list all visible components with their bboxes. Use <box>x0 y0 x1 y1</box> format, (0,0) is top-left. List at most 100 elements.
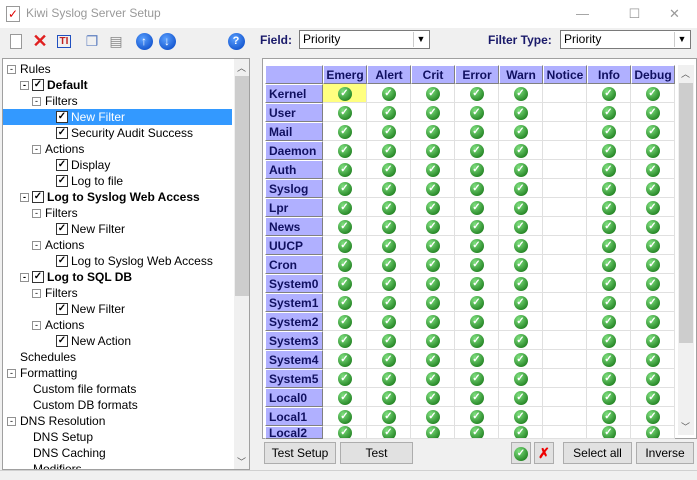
grid-cell[interactable]: ✓ <box>455 179 499 198</box>
grid-cell[interactable]: ✓ <box>499 407 543 426</box>
grid-cell[interactable]: ✓ <box>631 198 675 217</box>
grid-cell[interactable]: ✓ <box>587 426 631 439</box>
grid-cell[interactable]: ✓ <box>631 122 675 141</box>
grid-cell[interactable]: ✓ <box>499 255 543 274</box>
tree-scrollbar[interactable]: ︿ ﹀ <box>234 59 249 469</box>
tree-item[interactable]: - ✓ Log to SQL DB <box>3 269 136 285</box>
collapse-icon[interactable]: - <box>32 241 41 250</box>
grid-cell[interactable]: ✓ <box>367 274 411 293</box>
grid-cell[interactable]: ✓ <box>631 141 675 160</box>
grid-cell[interactable]: ✓ <box>631 331 675 350</box>
grid-cell[interactable]: ✓ <box>631 103 675 122</box>
grid-cell[interactable]: ✓ <box>587 160 631 179</box>
grid-cell[interactable]: ✓ <box>455 426 499 439</box>
tree-item[interactable]: - Filters <box>3 285 82 301</box>
collapse-icon[interactable]: - <box>32 97 41 106</box>
grid-cell[interactable]: ✓ <box>367 236 411 255</box>
grid-cell[interactable]: ✓ <box>411 84 455 103</box>
minimize-button[interactable]: — <box>560 0 605 28</box>
tree-item[interactable]: - Actions <box>3 317 88 333</box>
column-header[interactable]: Emerg <box>323 65 367 84</box>
grid-cell[interactable] <box>543 122 587 141</box>
row-header[interactable]: System2 <box>265 312 323 331</box>
grid-cell[interactable]: ✓ <box>367 179 411 198</box>
checkbox[interactable]: ✓ <box>56 223 68 235</box>
tree-item[interactable]: ✓ New Action <box>3 333 135 349</box>
grid-cell[interactable]: ✓ <box>455 255 499 274</box>
collapse-icon[interactable]: - <box>7 65 16 74</box>
grid-cell[interactable]: ✓ <box>455 141 499 160</box>
grid-cell[interactable] <box>543 236 587 255</box>
collapse-icon[interactable]: - <box>20 81 29 90</box>
tree-item[interactable]: ✓ Security Audit Success <box>3 125 197 141</box>
grid-cell[interactable]: ✓ <box>455 407 499 426</box>
grid-cell[interactable] <box>543 198 587 217</box>
grid-cell[interactable] <box>543 426 587 439</box>
paste-icon[interactable]: ▤ <box>106 31 126 51</box>
tree-item[interactable]: ✓ Display <box>3 157 114 173</box>
grid-cell[interactable]: ✓ <box>631 84 675 103</box>
tree-item[interactable]: ✓ Log to file <box>3 173 127 189</box>
column-header[interactable]: Debug <box>631 65 675 84</box>
grid-cell[interactable]: ✓ <box>631 312 675 331</box>
test-button[interactable]: Test <box>340 442 413 464</box>
collapse-icon[interactable]: - <box>7 417 16 426</box>
grid-cell[interactable]: ✓ <box>499 293 543 312</box>
grid-cell[interactable]: ✓ <box>631 426 675 439</box>
grid-cell[interactable]: ✓ <box>499 331 543 350</box>
grid-cell[interactable]: ✓ <box>367 331 411 350</box>
tree-item[interactable]: DNS Caching <box>3 445 110 461</box>
grid-cell[interactable]: ✓ <box>631 369 675 388</box>
grid-cell[interactable]: ✓ <box>587 103 631 122</box>
row-header[interactable]: News <box>265 217 323 236</box>
grid-cell[interactable]: ✓ <box>411 141 455 160</box>
tree-item[interactable]: - Actions <box>3 237 88 253</box>
checkbox[interactable]: ✓ <box>32 271 44 283</box>
rename-icon[interactable]: TI <box>54 31 74 51</box>
grid-cell[interactable]: ✓ <box>411 198 455 217</box>
grid-cell[interactable]: ✓ <box>587 312 631 331</box>
row-header[interactable]: System5 <box>265 369 323 388</box>
collapse-icon[interactable]: - <box>32 209 41 218</box>
grid-cell[interactable]: ✓ <box>631 388 675 407</box>
collapse-icon[interactable]: - <box>20 273 29 282</box>
test-setup-button[interactable]: Test Setup <box>264 442 336 464</box>
grid-cell[interactable]: ✓ <box>499 369 543 388</box>
grid-cell[interactable]: ✓ <box>367 217 411 236</box>
grid-cell[interactable] <box>543 388 587 407</box>
grid-cell[interactable]: ✓ <box>499 122 543 141</box>
grid-cell[interactable]: ✓ <box>455 217 499 236</box>
grid-cell[interactable] <box>543 103 587 122</box>
grid-cell[interactable]: ✓ <box>631 407 675 426</box>
checkbox[interactable]: ✓ <box>32 191 44 203</box>
grid-cell[interactable]: ✓ <box>367 160 411 179</box>
grid-cell[interactable] <box>543 293 587 312</box>
grid-cell[interactable]: ✓ <box>455 84 499 103</box>
grid-cell[interactable] <box>543 369 587 388</box>
row-header[interactable]: Kernel <box>265 84 323 103</box>
grid-cell[interactable]: ✓ <box>411 217 455 236</box>
grid-scroll-thumb[interactable] <box>679 83 693 343</box>
grid-cell[interactable] <box>543 217 587 236</box>
grid-cell[interactable] <box>543 331 587 350</box>
grid-cell[interactable]: ✓ <box>323 388 367 407</box>
grid-cell[interactable]: ✓ <box>587 84 631 103</box>
tree-item[interactable]: - Filters <box>3 205 82 221</box>
grid-cell[interactable]: ✓ <box>499 84 543 103</box>
tree-item[interactable]: ✓ Log to Syslog Web Access <box>3 253 217 269</box>
row-header[interactable]: System1 <box>265 293 323 312</box>
grid-cell[interactable]: ✓ <box>587 293 631 312</box>
tree-item[interactable]: - Filters <box>3 93 82 109</box>
grid-cell[interactable]: ✓ <box>455 331 499 350</box>
grid-cell[interactable]: ✓ <box>587 388 631 407</box>
grid-cell[interactable]: ✓ <box>499 160 543 179</box>
grid-cell[interactable]: ✓ <box>499 312 543 331</box>
grid-cell[interactable]: ✓ <box>323 84 367 103</box>
grid-cell[interactable]: ✓ <box>587 198 631 217</box>
scroll-up-icon[interactable]: ︿ <box>237 61 246 74</box>
grid-cell[interactable]: ✓ <box>367 312 411 331</box>
grid-cell[interactable] <box>543 84 587 103</box>
grid-cell[interactable]: ✓ <box>411 122 455 141</box>
row-header[interactable]: System4 <box>265 350 323 369</box>
grid-cell[interactable]: ✓ <box>587 255 631 274</box>
